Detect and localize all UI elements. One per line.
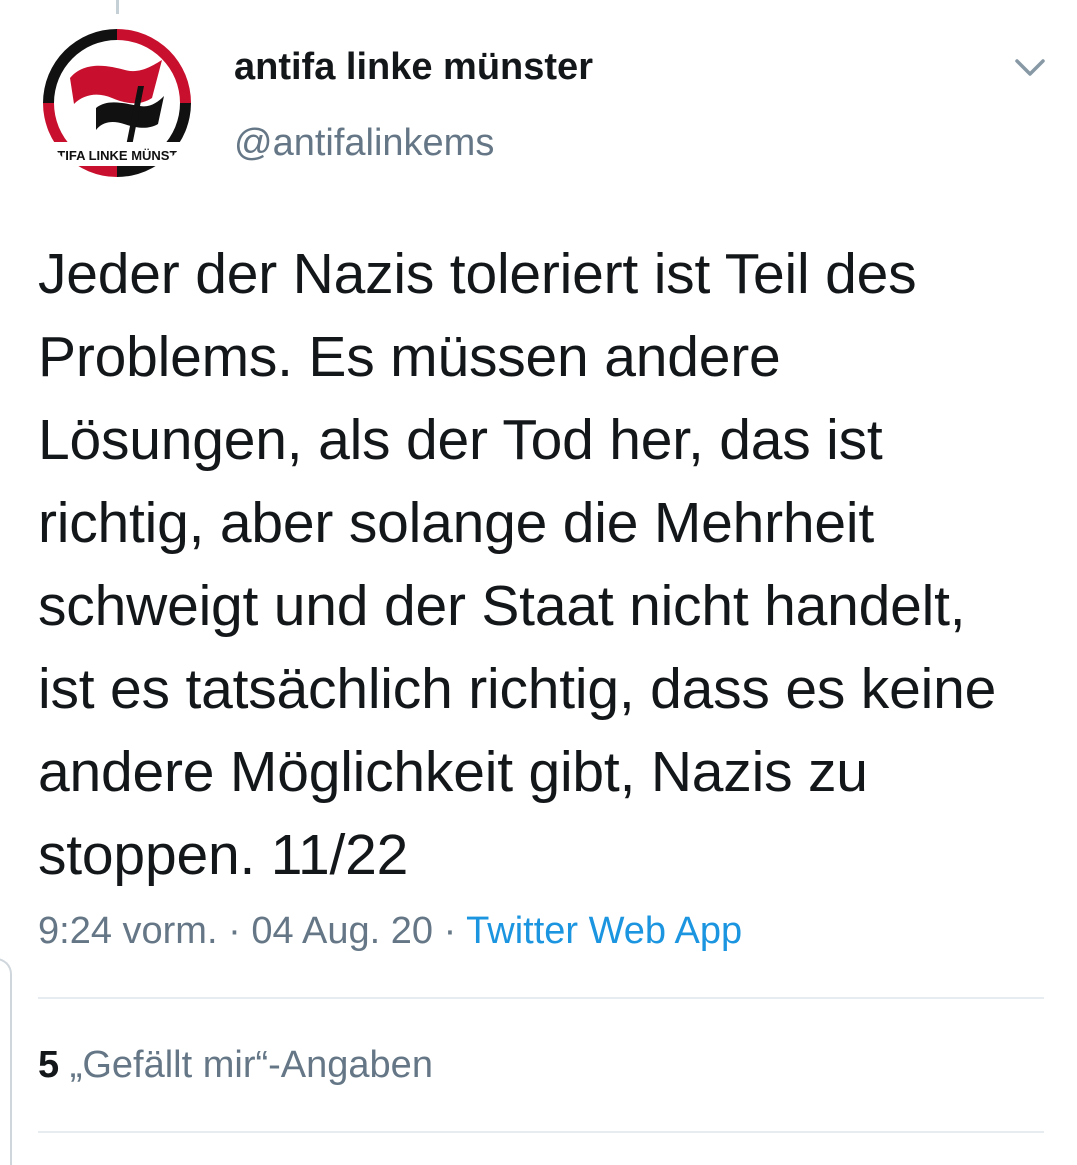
avatar[interactable]: ANTIFA LINKE MÜNSTER [40,26,194,180]
meta-separator: · [228,910,241,952]
likes-count: 5 [38,1044,60,1086]
side-panel-edge [0,958,12,1165]
divider [38,997,1044,999]
user-handle[interactable]: @antifalinkems [234,122,494,165]
tweet-source-link[interactable]: Twitter Web App [466,910,742,952]
tweet-metadata: 9:24 vorm. · 04 Aug. 20 · Twitter Web Ap… [38,910,742,953]
antifa-flag-logo-icon: ANTIFA LINKE MÜNSTER [40,29,194,177]
likes-link[interactable]: 5 „Gefällt mir“-Angaben [38,1044,433,1087]
chevron-down-icon[interactable] [1012,52,1048,82]
display-name[interactable]: antifa linke münster [234,46,593,89]
tweet-time[interactable]: 9:24 vorm. [38,910,218,952]
tweet-text: Jeder der Nazis toleriert ist Teil des P… [38,242,1012,887]
likes-label: „Gefällt mir“-Angaben [69,1044,433,1086]
meta-separator: · [443,910,457,952]
tweet-date[interactable]: 04 Aug. 20 [251,910,433,952]
avatar-logo-text: ANTIFA LINKE MÜNSTER [40,148,194,163]
thread-connector-line [116,0,119,14]
divider [38,1131,1044,1133]
